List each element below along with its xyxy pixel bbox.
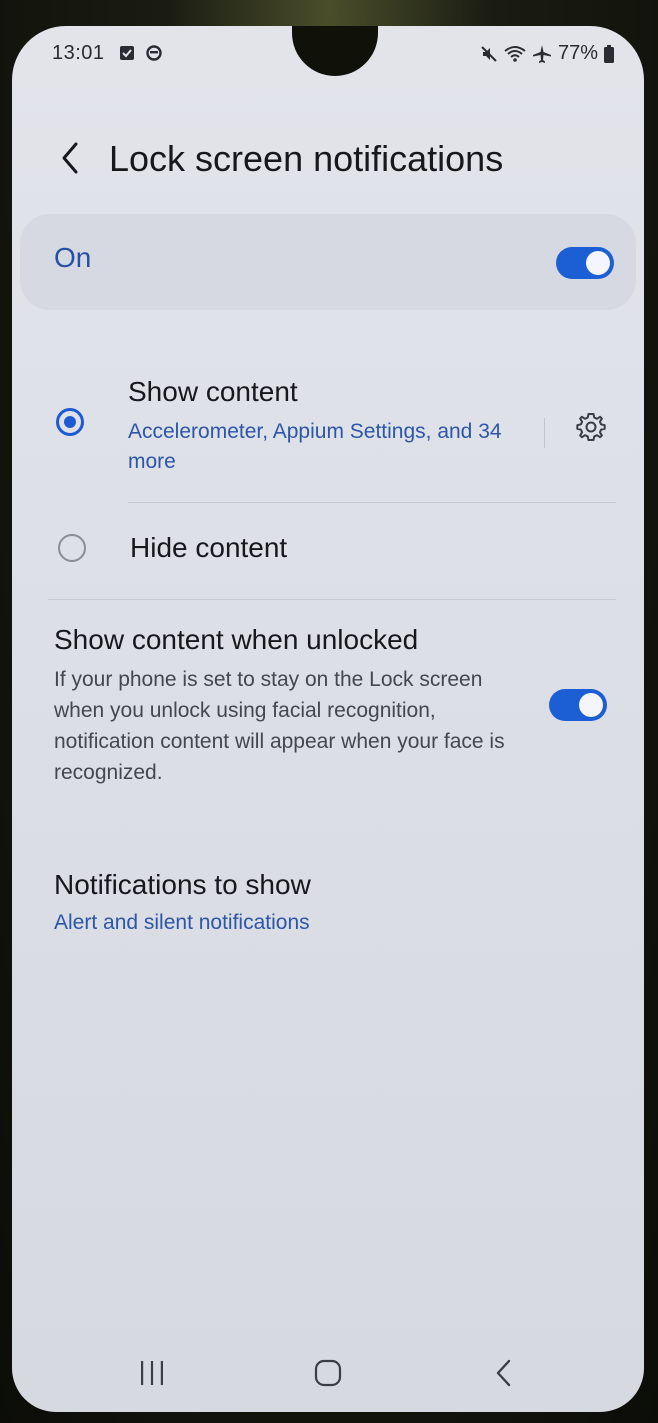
notifications-to-show-value: Alert and silent notifications [54,911,310,934]
airplane-icon [532,44,551,63]
toggle-knob [586,251,610,275]
camera-notch [292,26,378,76]
checkbox-notification-icon [120,46,134,60]
divider [48,599,616,600]
option-show-content-title[interactable]: Show content [128,376,298,408]
page-title: Lock screen notifications [109,138,504,179]
home-icon[interactable] [313,1358,343,1388]
battery-percent: 77% [557,42,598,64]
wifi-icon [504,45,526,62]
master-toggle[interactable] [556,247,614,279]
phone-screen: 13:01 77% Lock screen notifications On S… [12,26,644,1412]
status-right: 77% [480,42,614,65]
master-switch-label: On [54,242,92,273]
vertical-divider [544,418,545,448]
mute-icon [481,45,497,62]
battery-icon [604,44,614,63]
radio-hide-content[interactable] [58,534,86,562]
circle-notification-icon [146,45,162,61]
toggle-knob [579,693,603,717]
master-switch-card[interactable]: On [20,214,636,310]
show-when-unlocked-toggle[interactable] [549,689,607,721]
option-show-content-subtitle: Accelerometer, Appium Settings, and 34 m… [128,420,502,473]
option-hide-content-title[interactable]: Hide content [130,532,287,564]
show-when-unlocked-title[interactable]: Show content when unlocked [54,624,418,656]
show-when-unlocked-description: If your phone is set to stay on the Lock… [54,668,505,784]
divider [128,502,616,503]
gear-icon[interactable] [574,410,608,444]
back-icon[interactable] [492,1358,516,1388]
radio-show-content[interactable] [56,408,84,436]
recent-apps-icon[interactable] [138,1358,166,1388]
notifications-to-show-title[interactable]: Notifications to show [54,869,311,901]
status-time: 13:01 [52,42,105,64]
chevron-left-icon[interactable] [56,138,86,178]
